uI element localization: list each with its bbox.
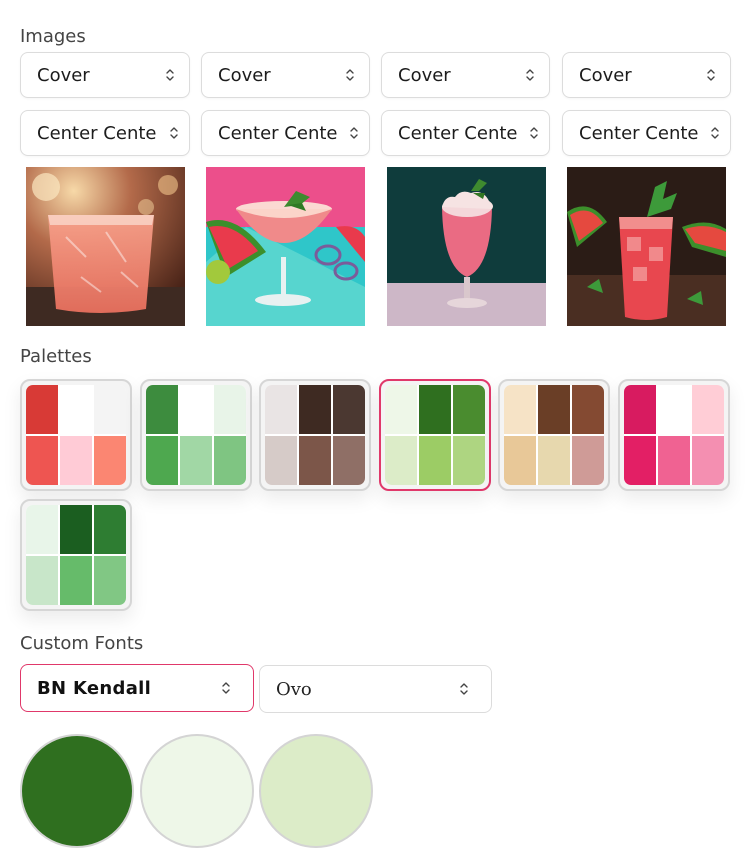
drink-image-4[interactable]	[567, 167, 726, 326]
palette-color-cell	[60, 436, 92, 485]
palette-color-cell	[385, 385, 417, 434]
palette-color-cell	[419, 385, 451, 434]
palette-color-cell	[214, 436, 246, 485]
palette-color-cell	[453, 436, 485, 485]
palette-option[interactable]	[259, 379, 371, 491]
palette-option[interactable]	[20, 499, 132, 611]
palette-color-cell	[60, 505, 92, 554]
image-position-select-label: Center Cente	[37, 122, 157, 144]
palette-color-cell	[385, 436, 417, 485]
image-position-select-label: Center Cente	[579, 122, 699, 144]
palette-color-cell	[333, 436, 365, 485]
image-fit-select-label: Cover	[37, 64, 90, 86]
image-fit-select-3[interactable]: Cover	[381, 52, 550, 98]
custom-fonts-section-title: Custom Fonts	[20, 633, 144, 654]
palette-color-cell	[692, 436, 724, 485]
palette-color-cell	[299, 436, 331, 485]
chevron-updown-icon	[526, 69, 534, 81]
image-position-select-3[interactable]: Center Cente	[381, 110, 550, 156]
chevron-updown-icon	[350, 127, 358, 139]
image-position-select-label: Center Cente	[218, 122, 338, 144]
palettes-section-title: Palettes	[20, 346, 92, 367]
heading-font-select[interactable]: BN Kendall	[20, 664, 254, 712]
palette-color-cell	[692, 385, 724, 434]
chevron-updown-icon	[166, 69, 174, 81]
drink-photo	[567, 167, 726, 326]
palette-color-cell	[504, 385, 536, 434]
drink-photo	[387, 167, 546, 326]
image-position-select-label: Center Cente	[398, 122, 518, 144]
palette-color-cell	[504, 436, 536, 485]
palette-color-cell	[265, 436, 297, 485]
palette-color-cell	[658, 385, 690, 434]
palette-color-cell	[60, 385, 92, 434]
palette-color-cell	[94, 436, 126, 485]
chevron-updown-icon	[346, 69, 354, 81]
palette-option[interactable]	[618, 379, 730, 491]
body-font-label: Ovo	[276, 678, 312, 700]
image-fit-select-label: Cover	[398, 64, 451, 86]
palette-color-cell	[624, 436, 656, 485]
chevron-updown-icon	[170, 127, 178, 139]
body-font-select[interactable]: Ovo	[259, 665, 492, 713]
palette-color-cell	[180, 436, 212, 485]
palette-color-cell	[658, 436, 690, 485]
image-fit-select-2[interactable]: Cover	[201, 52, 370, 98]
palette-color-cell	[26, 556, 58, 605]
palette-option[interactable]	[140, 379, 252, 491]
chevron-updown-icon	[707, 69, 715, 81]
palette-color-cell	[26, 385, 58, 434]
heading-font-label: BN Kendall	[37, 677, 152, 699]
images-section-title: Images	[20, 26, 86, 47]
palette-option[interactable]	[20, 379, 132, 491]
drink-photo	[26, 167, 185, 326]
palette-color-cell	[624, 385, 656, 434]
image-fit-select-1[interactable]: Cover	[20, 52, 190, 98]
palette-color-cell	[265, 385, 297, 434]
chevron-updown-icon	[460, 683, 468, 695]
palette-color-cell	[146, 385, 178, 434]
palette-option[interactable]	[379, 379, 491, 491]
chevron-updown-icon	[530, 127, 538, 139]
image-position-select-2[interactable]: Center Cente	[201, 110, 370, 156]
color-swatch[interactable]	[259, 734, 373, 848]
chevron-updown-icon	[711, 127, 719, 139]
palette-color-cell	[94, 556, 126, 605]
palette-color-cell	[94, 505, 126, 554]
palette-color-cell	[299, 385, 331, 434]
palette-color-cell	[333, 385, 365, 434]
palette-color-cell	[572, 385, 604, 434]
image-fit-select-4[interactable]: Cover	[562, 52, 731, 98]
palette-color-cell	[214, 385, 246, 434]
drink-image-3[interactable]	[387, 167, 546, 326]
drink-image-1[interactable]	[26, 167, 185, 326]
drink-photo	[206, 167, 365, 326]
palette-color-cell	[94, 385, 126, 434]
drink-image-2[interactable]	[206, 167, 365, 326]
palette-color-cell	[419, 436, 451, 485]
palette-color-cell	[60, 556, 92, 605]
palette-color-cell	[180, 385, 212, 434]
palette-option[interactable]	[498, 379, 610, 491]
palette-color-cell	[453, 385, 485, 434]
palette-color-cell	[26, 436, 58, 485]
image-fit-select-label: Cover	[218, 64, 271, 86]
palette-color-cell	[26, 505, 58, 554]
image-fit-select-label: Cover	[579, 64, 632, 86]
image-position-select-1[interactable]: Center Cente	[20, 110, 190, 156]
palette-color-cell	[146, 436, 178, 485]
palette-color-cell	[538, 436, 570, 485]
image-position-select-4[interactable]: Center Cente	[562, 110, 731, 156]
color-swatch[interactable]	[140, 734, 254, 848]
palette-color-cell	[572, 436, 604, 485]
palette-color-cell	[538, 385, 570, 434]
chevron-updown-icon	[222, 682, 230, 694]
color-swatch[interactable]	[20, 734, 134, 848]
